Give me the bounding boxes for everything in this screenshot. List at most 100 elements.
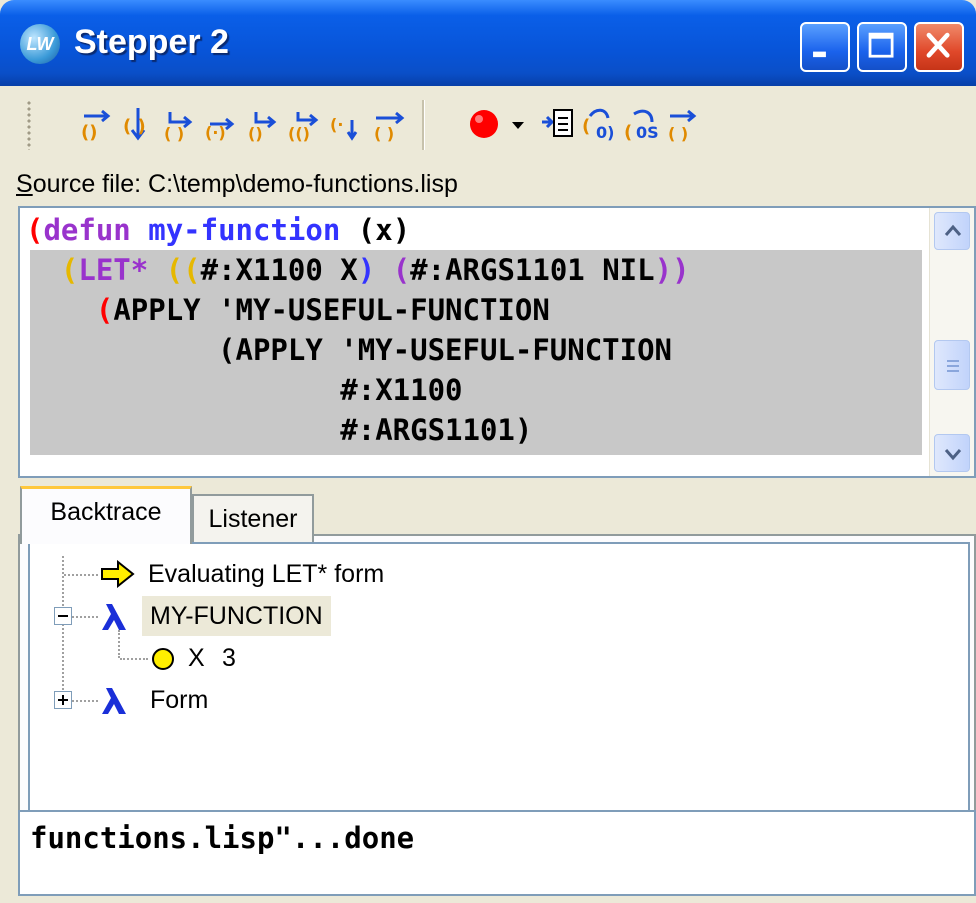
svg-text:(·: (· [330, 115, 343, 134]
tree-connector [72, 616, 98, 618]
plus-icon [58, 695, 68, 705]
svg-text:0): 0) [596, 123, 614, 142]
chevron-up-icon [944, 224, 962, 236]
lambda-icon [102, 688, 126, 714]
step-into-icon[interactable]: ( ) [120, 106, 156, 142]
code-token: (APPLY 'MY-USEFUL-FUNCTION [26, 333, 673, 367]
code-token: )) [654, 253, 690, 287]
show-source-icon[interactable] [540, 106, 576, 142]
svg-text:( ): ( ) [164, 124, 184, 142]
code-token: #:ARGS1101 NIL [410, 253, 655, 287]
step-through-icon[interactable]: ( ) [162, 106, 198, 142]
scroll-down-button[interactable] [934, 434, 970, 472]
source-file-label: Source file: C:\temp\demo-functions.lisp [16, 164, 458, 204]
code-line: (LET* ((#:X1100 X) (#:ARGS1101 NIL)) [26, 250, 690, 290]
code-token: #:X1100 [26, 373, 463, 407]
tree-connector [118, 630, 120, 658]
chevron-down-icon [944, 449, 962, 461]
undo-macroexpand-icon[interactable]: ( 0) [582, 106, 618, 142]
code-line: (defun my-function (x) [26, 210, 410, 250]
grip-lines-icon [947, 360, 959, 372]
code-line: (APPLY 'MY-USEFUL-FUNCTION [26, 330, 672, 370]
code-token: (x) [340, 213, 411, 247]
lambda-icon [102, 604, 126, 630]
output-pane[interactable]: functions.lisp"...done [18, 810, 976, 896]
code-token: APPLY 'MY-USEFUL-FUNCTION [113, 293, 550, 327]
source-code-pane[interactable]: (defun my-function (x) (LET* ((#:X1100 X… [18, 206, 976, 478]
source-file-path: C:\temp\demo-functions.lisp [148, 170, 458, 198]
title-bar[interactable]: LW Stepper 2 [0, 0, 976, 86]
chevron-down-icon[interactable] [508, 106, 528, 142]
code-token: (( [165, 253, 201, 287]
close-button[interactable] [914, 22, 964, 72]
code-scrollbar[interactable] [929, 208, 974, 476]
step-to-end-icon[interactable]: (() [288, 106, 324, 142]
code-token: ) [357, 253, 376, 287]
backtrace-tree[interactable]: Evaluating LET* form MY-FUNCTION X 3 For… [28, 542, 970, 822]
backtrace-item-label: MY-FUNCTION [142, 596, 331, 636]
backtrace-item-label: Form [150, 686, 209, 714]
tree-connector [72, 700, 98, 702]
source-label-rest: ource file: [32, 170, 149, 198]
macroexpand-icon[interactable]: ( 0S [624, 106, 660, 142]
code-token: LET* [78, 253, 149, 287]
collapse-toggle[interactable] [54, 607, 72, 625]
svg-text:(: ( [582, 116, 590, 137]
minimize-button[interactable] [800, 22, 850, 72]
maximize-button[interactable] [857, 22, 907, 72]
tab-strip: Backtrace Listener [18, 486, 976, 544]
step-to-cursor-icon[interactable]: (· [330, 106, 366, 142]
code-token: ( [26, 213, 44, 247]
stepper-window: LW Stepper 2 () ( ) () (·) () (() (· (… [0, 0, 976, 903]
svg-text:( ): ( ) [123, 116, 146, 137]
minus-icon [58, 615, 68, 617]
minimize-icon [813, 51, 826, 58]
code-token: ( [95, 293, 114, 327]
output-text: functions.lisp"...done [30, 821, 415, 855]
scroll-up-button[interactable] [934, 212, 970, 250]
window-title: Stepper 2 [74, 23, 229, 61]
breakpoint-icon[interactable] [466, 106, 502, 142]
tab-backtrace[interactable]: Backtrace [20, 486, 192, 544]
tab-listener[interactable]: Listener [192, 494, 314, 544]
svg-text:( ): ( ) [668, 124, 688, 142]
scroll-thumb[interactable] [934, 340, 970, 390]
code-token: ( [60, 253, 79, 287]
svg-text:(): () [248, 124, 263, 142]
step-to-value-icon[interactable]: (·) [204, 106, 240, 142]
code-line: #:X1100 [26, 370, 463, 410]
svg-text:((): (() [288, 124, 310, 142]
toolbar-grip[interactable] [26, 100, 32, 150]
step-next-form-icon[interactable]: () [246, 106, 282, 142]
code-line: #:ARGS1101) [26, 410, 532, 450]
code-token: my-function [148, 213, 341, 247]
step-over-icon[interactable]: () [78, 106, 114, 142]
tree-connector [120, 658, 148, 660]
svg-text:0S: 0S [636, 123, 659, 142]
code-line: (APPLY 'MY-USEFUL-FUNCTION [26, 290, 550, 330]
svg-text:(): () [81, 122, 97, 142]
close-icon [926, 32, 950, 58]
svg-text:(·): (·) [205, 123, 226, 142]
svg-text:(: ( [624, 122, 632, 142]
backtrace-item-label: Evaluating LET* form [148, 560, 385, 588]
variable-value: 3 [222, 644, 236, 672]
lispworks-app-icon: LW [20, 24, 60, 64]
tree-connector [62, 556, 64, 706]
svg-text:( ): ( ) [374, 124, 394, 142]
toolbar-separator [422, 100, 425, 150]
maximize-icon [868, 32, 894, 58]
continue-icon[interactable]: ( ) [372, 106, 408, 142]
expand-toggle[interactable] [54, 691, 72, 709]
variable-name: X [188, 644, 205, 672]
stepper-toolbar: () ( ) ( ) (·) () (() (· ( ) (0) (0S (… [0, 88, 976, 162]
variable-circle-icon [152, 648, 174, 670]
tree-connector [64, 574, 98, 576]
code-token: #:ARGS1101) [26, 413, 533, 447]
code-token: defun [43, 213, 131, 247]
restart-icon[interactable]: ( ) [666, 106, 702, 142]
code-token: #:X1100 X [200, 253, 358, 287]
